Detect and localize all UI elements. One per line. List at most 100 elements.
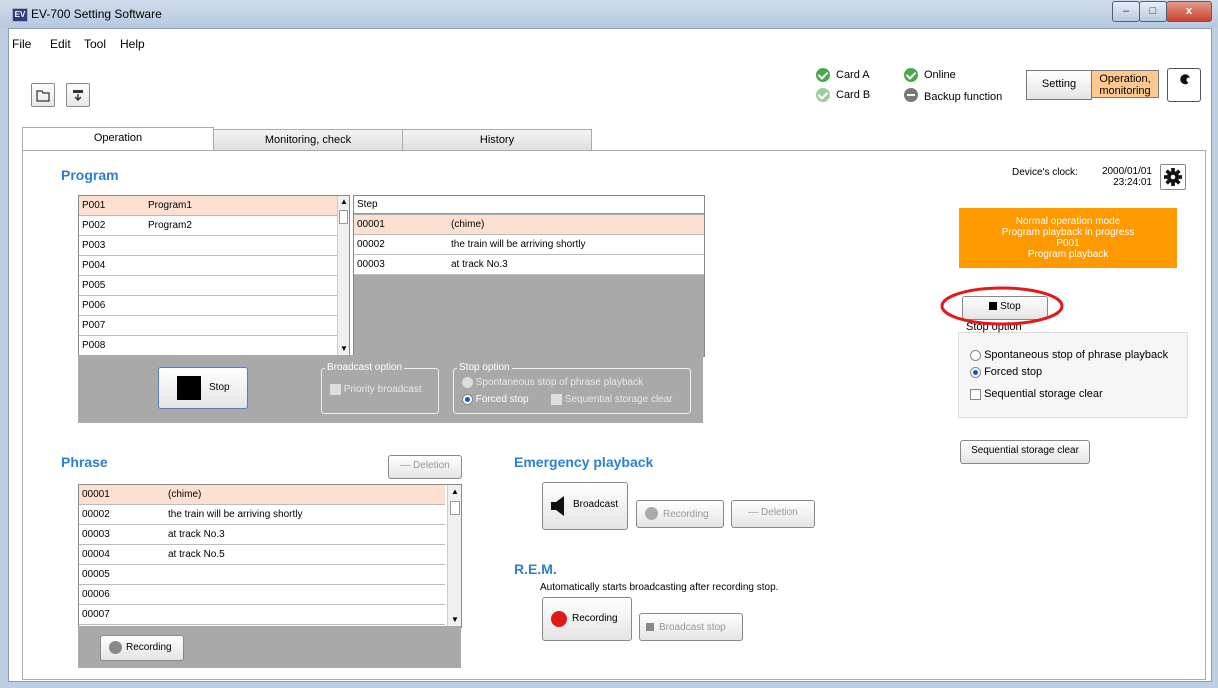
tab-monitoring-check[interactable]: Monitoring, check [213,129,403,151]
setting-mode-button[interactable]: Setting [1026,70,1092,100]
table-row[interactable]: 00001 (chime) [79,485,445,505]
program-id: P006 [79,295,145,316]
download-button[interactable] [66,83,90,107]
phrase-text [165,564,445,585]
tab-operation[interactable]: Operation [22,127,214,152]
phrase-heading: Phrase [61,454,108,470]
maintenance-button[interactable] [1167,68,1201,102]
operation-mode-banner: Normal operation mode Program playback i… [959,208,1177,268]
broadcast-option-title: Broadcast option [325,362,405,373]
deletion-label: Deletion [761,507,798,518]
scrollbar-thumb[interactable] [339,210,348,224]
phrase-id: 00005 [79,564,165,585]
step-id: 00002 [354,234,448,255]
step-list[interactable]: Step 00001 (chime) 00002 the train will be… [353,195,705,357]
program-id: P003 [79,235,145,256]
table-row[interactable]: P007 [79,315,337,336]
menu-edit[interactable]: Edit [50,37,71,51]
download-icon [73,90,83,101]
sequential-clear-option[interactable]: Sequential storage clear [970,388,1103,400]
sequential-checkbox[interactable] [970,388,981,400]
table-row[interactable]: P003 [79,235,337,256]
program-list[interactable]: P001 Program1 P002 Program2 P003 P004 P005… [78,195,350,357]
banner-line: Program playback [1027,249,1109,260]
close-button[interactable]: x [1166,1,1212,22]
card-a-status-icon [816,68,830,82]
table-row[interactable]: 00004 at track No.5 [79,544,445,565]
clock-date: 2000/01/01 [1101,166,1152,177]
table-row[interactable]: P004 [79,255,337,276]
scroll-up-icon[interactable]: ▲ [451,487,459,496]
open-folder-button[interactable] [31,83,55,107]
scroll-down-icon[interactable]: ▼ [340,344,348,353]
phrase-list[interactable]: 00001 (chime) 00002 the train will be arri… [78,484,462,628]
phrase-text [165,584,445,605]
phrase-deletion-button[interactable]: — Deletion [388,455,462,479]
program-id: P005 [79,275,145,296]
recording-label: Recording [572,613,618,624]
rem-heading: R.E.M. [514,561,557,577]
menu-tool[interactable]: Tool [84,37,106,51]
banner-line: Normal operation mode [1015,216,1121,227]
program-sequential-option: Sequential storage clear [551,394,673,405]
program-id: P008 [79,335,145,356]
table-row[interactable]: 00003 at track No.3 [79,524,445,545]
operation-mode-button[interactable]: Operation, monitoring [1091,70,1159,98]
program-name [145,275,337,296]
table-row[interactable]: P005 [79,275,337,296]
priority-broadcast-checkbox [330,384,341,395]
forced-label: Forced stop [475,394,529,406]
emergency-heading: Emergency playback [514,454,654,470]
table-row[interactable]: P006 [79,295,337,316]
table-row[interactable]: 00002 the train will be arriving shortly [354,234,704,255]
forced-radio[interactable] [970,366,981,378]
menu-file[interactable]: File [12,37,31,51]
spontaneous-stop-option[interactable]: Spontaneous stop of phrase playback [970,349,1168,361]
maximize-button[interactable]: □ [1139,1,1167,22]
clock-settings-button[interactable] [1160,164,1186,190]
table-row[interactable]: 00005 [79,564,445,585]
rem-broadcast-stop-button[interactable]: Broadcast stop [639,613,743,641]
recording-label: Recording [663,509,709,520]
scroll-up-icon[interactable]: ▲ [340,197,348,206]
minimize-button[interactable]: ‒ [1112,1,1140,22]
menu-help[interactable]: Help [120,37,145,51]
rem-description: Automatically starts broadcasting after … [540,582,779,593]
program-name [145,295,337,316]
program-list-scrollbar[interactable]: ▲ ▼ [337,196,349,356]
sequential-clear-button[interactable]: Sequential storage clear [960,440,1090,464]
emergency-broadcast-button[interactable]: Broadcast [542,482,628,530]
phrase-id: 00004 [79,544,165,565]
broadcast-label: Broadcast [573,499,619,510]
record-icon [109,641,122,654]
phrase-recording-button[interactable]: Recording [100,635,184,661]
tab-history[interactable]: History [402,129,592,151]
forced-stop-option[interactable]: Forced stop [970,366,1042,378]
spontaneous-radio[interactable] [970,349,981,361]
program-stop-option-group [453,368,691,414]
card-b-label: Card B [836,89,871,101]
sequential-checkbox [551,394,562,405]
program-id: P007 [79,315,145,336]
table-row[interactable]: 00006 [79,584,445,605]
table-row[interactable]: 00001 (chime) [354,215,704,235]
spontaneous-radio [462,377,473,388]
title-bar [0,0,1218,28]
scroll-down-icon[interactable]: ▼ [451,615,459,624]
online-status-icon [904,68,918,82]
table-row[interactable]: 00007 [79,604,445,625]
spontaneous-label: Spontaneous stop of phrase playback [475,377,644,389]
table-row[interactable]: P008 [79,335,337,356]
table-row[interactable]: 00003 at track No.3 [354,254,704,275]
emergency-deletion-button[interactable]: — Deletion [731,500,815,528]
table-row[interactable]: 00002 the train will be arriving shortly [79,504,445,525]
scrollbar-thumb[interactable] [450,501,460,515]
table-row[interactable]: P001 Program1 [79,196,337,216]
emergency-recording-button[interactable]: Recording [636,500,724,528]
table-row[interactable]: P002 Program2 [79,215,337,236]
rem-recording-button[interactable]: Recording [542,597,632,641]
step-header: Step [354,196,704,214]
speaker-icon [551,496,564,516]
phrase-list-scrollbar[interactable]: ▲ ▼ [447,485,461,627]
program-stop-button[interactable]: Stop [158,367,248,409]
